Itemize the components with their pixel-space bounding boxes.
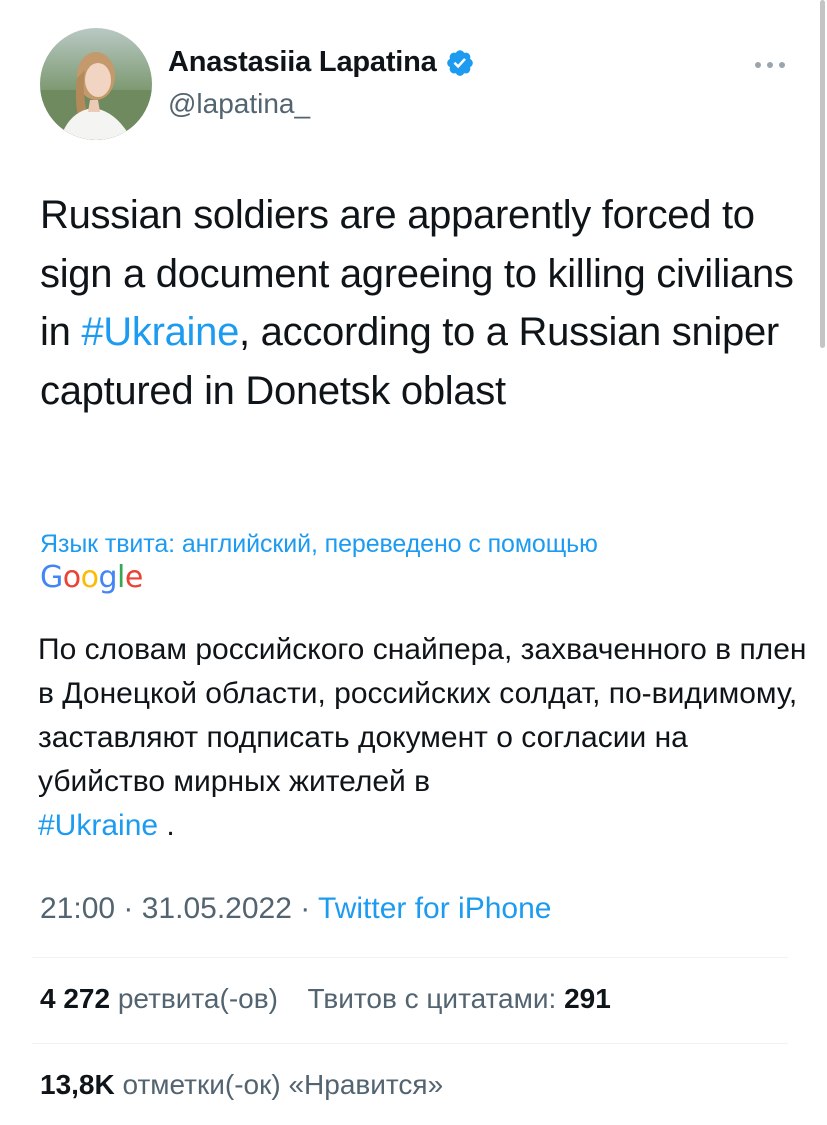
author-display-name[interactable]: Anastasiia Lapatina bbox=[168, 46, 437, 79]
translated-text: По словам российского снайпера, захвачен… bbox=[38, 628, 808, 848]
divider bbox=[32, 1043, 788, 1044]
translation-note[interactable]: Язык твита: английский, переведено с пом… bbox=[40, 530, 598, 559]
meta-separator: · bbox=[115, 892, 142, 925]
quotes-link[interactable]: Твитов с цитатами: 291 bbox=[307, 983, 610, 1014]
verified-badge-icon bbox=[445, 48, 475, 78]
hashtag-link[interactable]: #Ukraine bbox=[81, 310, 239, 354]
meta-separator: · bbox=[291, 892, 319, 925]
divider bbox=[32, 957, 788, 958]
likes-label: отметки(-ок) «Нравится» bbox=[114, 1069, 444, 1100]
quotes-label: Твитов с цитатами: bbox=[307, 983, 557, 1014]
tweet-date[interactable]: 31.05.2022 bbox=[142, 892, 292, 925]
retweets-count: 4 272 bbox=[40, 983, 111, 1014]
translated-hashtag-link[interactable]: #Ukraine bbox=[38, 809, 158, 842]
scrollbar[interactable] bbox=[820, 0, 825, 348]
avatar-photo bbox=[40, 28, 152, 140]
translated-text-body: По словам российского снайпера, захвачен… bbox=[38, 633, 807, 798]
retweets-label: ретвита(-ов) bbox=[110, 983, 278, 1014]
author-handle[interactable]: @lapatina_ bbox=[168, 88, 310, 120]
tweet-text: Russian soldiers are apparently forced t… bbox=[40, 186, 800, 420]
author-name-row[interactable]: Anastasiia Lapatina bbox=[168, 46, 475, 79]
likes-stats[interactable]: 13,8K отметки(-ок) «Нравится» bbox=[40, 1069, 443, 1101]
retweet-quote-stats: 4 272 ретвита(-ов) Твитов с цитатами: 29… bbox=[40, 983, 611, 1015]
tweet-meta: 21:00 · 31.05.2022 · Twitter for iPhone bbox=[40, 892, 551, 926]
google-logo: Google bbox=[40, 560, 143, 595]
tweet-detail: Anastasiia Lapatina @lapatina_ Russian s… bbox=[0, 0, 827, 1125]
avatar[interactable] bbox=[40, 28, 152, 140]
quotes-count: 291 bbox=[564, 983, 611, 1014]
translated-text-suffix: . bbox=[158, 809, 175, 842]
retweets-link[interactable]: 4 272 ретвита(-ов) bbox=[40, 983, 278, 1014]
more-horizontal-icon[interactable] bbox=[750, 50, 790, 80]
likes-count: 13,8K bbox=[40, 1069, 115, 1100]
tweet-time[interactable]: 21:00 bbox=[40, 892, 115, 925]
tweet-source-link[interactable]: Twitter for iPhone bbox=[318, 892, 551, 925]
